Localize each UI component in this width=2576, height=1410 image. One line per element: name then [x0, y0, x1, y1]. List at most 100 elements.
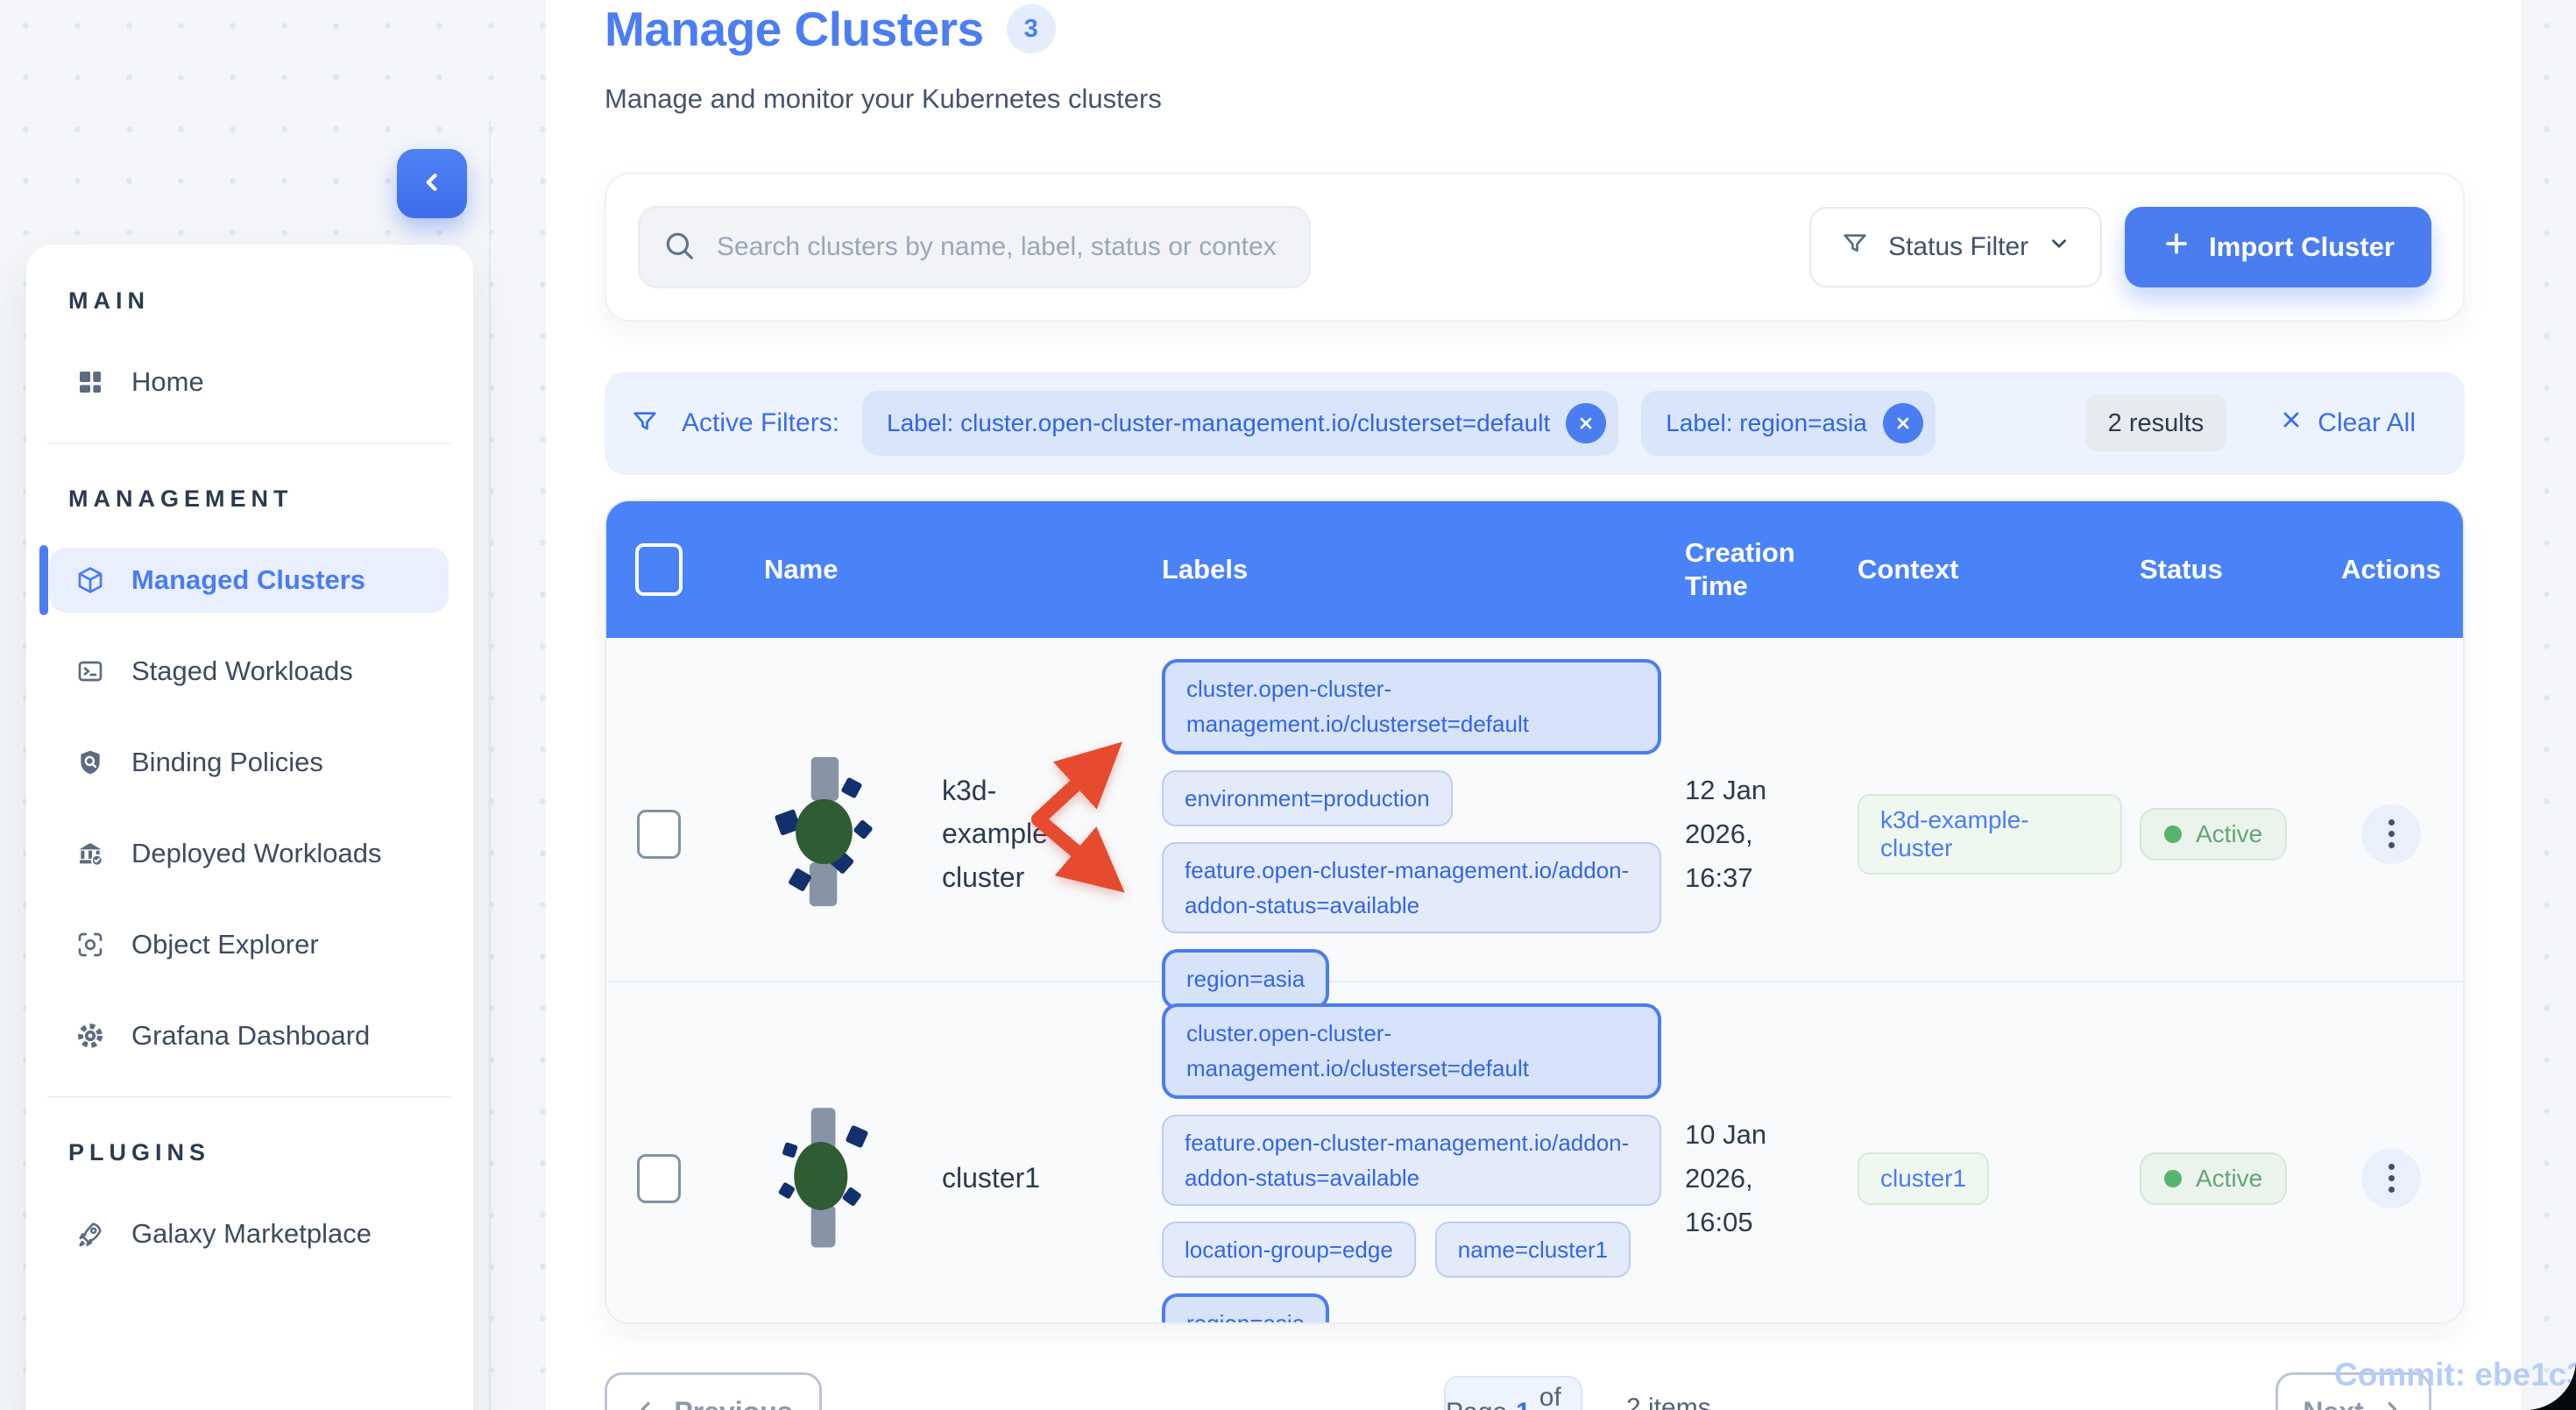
table-header-row: Name Labels Creation Time Context Status…: [606, 501, 2463, 638]
previous-page-button[interactable]: Previous: [605, 1372, 822, 1410]
search-input[interactable]: [715, 231, 1279, 263]
page-subtitle: Manage and monitor your Kubernetes clust…: [605, 82, 2465, 115]
funnel-icon: [631, 407, 659, 440]
x-icon: [2279, 407, 2304, 439]
commit-watermark: Commit: ebe1c30: [2334, 1357, 2576, 1393]
cluster-name: cluster1: [942, 1157, 1086, 1201]
status-dot-icon: [2164, 825, 2182, 843]
sidebar-main-divider: [489, 121, 491, 1410]
results-count-badge: 2 results: [2085, 395, 2227, 451]
row-checkbox[interactable]: [637, 810, 681, 859]
previous-label: Previous: [674, 1396, 792, 1410]
context-chip[interactable]: k3d-example-cluster: [1858, 794, 2122, 875]
sidebar-item-label: Home: [131, 366, 204, 398]
active-filters-label: Active Filters:: [682, 408, 839, 438]
filter-chip-label: Label: cluster.open-cluster-management.i…: [887, 409, 1550, 437]
status-filter-button[interactable]: Status Filter: [1809, 207, 2102, 287]
sidebar-item-label: Managed Clusters: [131, 564, 365, 596]
sidebar-item-staged-workloads[interactable]: Staged Workloads: [49, 639, 449, 704]
status-label: Active: [2196, 820, 2262, 848]
cluster-logo-icon: [764, 750, 884, 918]
sidebar-item-grafana-dashboard[interactable]: Grafana Dashboard: [49, 1003, 449, 1068]
sidebar-divider: [47, 1096, 452, 1098]
remove-filter-button[interactable]: [1883, 403, 1923, 443]
sidebar-section-management: MANAGEMENT: [68, 485, 473, 513]
clear-all-filters-button[interactable]: Clear All: [2279, 407, 2416, 439]
main-area: Manage Clusters 3 Manage and monitor you…: [546, 0, 2521, 1410]
clusters-table: Name Labels Creation Time Context Status…: [605, 500, 2465, 1324]
label-chip[interactable]: feature.open-cluster-management.io/addon…: [1162, 1115, 1661, 1207]
column-header-status: Status: [2122, 553, 2319, 586]
cluster-count-badge: 3: [1007, 4, 1056, 53]
select-all-checkbox[interactable]: [635, 543, 683, 596]
sidebar-section-plugins: PLUGINS: [68, 1138, 473, 1166]
import-cluster-button[interactable]: Import Cluster: [2125, 207, 2431, 287]
label-chip[interactable]: cluster.open-cluster-management.io/clust…: [1162, 659, 1661, 755]
column-header-name: Name: [711, 553, 1132, 586]
sidebar-item-binding-policies[interactable]: Binding Policies: [49, 730, 449, 795]
row-actions-button[interactable]: [2361, 804, 2421, 864]
sidebar-item-object-explorer[interactable]: Object Explorer: [49, 912, 449, 977]
label-chip[interactable]: environment=production: [1162, 770, 1453, 826]
chevron-down-icon: [2048, 232, 2070, 262]
table-row: k3d-example-cluster cluster.open-cluster…: [606, 638, 2463, 981]
import-cluster-label: Import Cluster: [2209, 231, 2395, 263]
status-badge: Active: [2140, 808, 2287, 861]
sidebar-item-managed-clusters[interactable]: Managed Clusters: [49, 548, 449, 613]
context-chip[interactable]: cluster1: [1858, 1152, 1989, 1205]
sidebar-item-label: Binding Policies: [131, 747, 323, 778]
page-title: Manage Clusters: [605, 2, 984, 56]
sidebar-section-main: MAIN: [68, 287, 473, 315]
label-chip[interactable]: name=cluster1: [1435, 1222, 1631, 1278]
label-chip[interactable]: feature.open-cluster-management.io/addon…: [1162, 842, 1661, 934]
sidebar-collapse-button[interactable]: [397, 149, 467, 218]
search-box[interactable]: [638, 206, 1311, 288]
shield-search-icon: [75, 748, 105, 777]
status-dot-icon: [2164, 1170, 2182, 1187]
sidebar-item-label: Galaxy Marketplace: [131, 1218, 372, 1250]
column-header-labels: Labels: [1132, 553, 1645, 586]
next-label: Next: [2303, 1396, 2363, 1410]
grafana-gear-icon: [75, 1021, 105, 1051]
current-page: 1: [1516, 1398, 1531, 1410]
sidebar-item-home[interactable]: Home: [49, 350, 449, 414]
active-filters-bar: Active Filters: Label: cluster.open-clus…: [605, 372, 2465, 475]
creation-time: 12 Jan 2026, 16:37: [1645, 638, 1833, 1031]
sidebar-item-deployed-workloads[interactable]: Deployed Workloads: [49, 821, 449, 886]
bank-check-icon: [75, 839, 105, 868]
pagination: Previous Page 1 of 1 2 items Next: [605, 1372, 2465, 1410]
cluster-name: k3d-example-cluster: [942, 769, 1086, 900]
home-grid-icon: [75, 367, 105, 397]
app-window: MAIN Home MANAGEMENT Managed Clusters St…: [0, 0, 2576, 1410]
scan-frame-icon: [75, 930, 105, 960]
search-icon: [662, 229, 696, 266]
column-header-creation-time: Creation Time: [1645, 536, 1833, 603]
label-chip[interactable]: location-group=edge: [1162, 1222, 1416, 1278]
cube-icon: [75, 565, 105, 595]
chevron-right-icon: [2380, 1396, 2404, 1410]
column-header-context: Context: [1833, 553, 2122, 586]
status-badge: Active: [2140, 1152, 2287, 1205]
rocket-icon: [75, 1219, 105, 1249]
row-actions-button[interactable]: [2361, 1149, 2421, 1208]
sidebar: MAIN Home MANAGEMENT Managed Clusters St…: [25, 244, 474, 1410]
status-filter-label: Status Filter: [1888, 232, 2028, 262]
items-count: 2 items: [1626, 1393, 1711, 1410]
sidebar-item-galaxy-marketplace[interactable]: Galaxy Marketplace: [49, 1201, 449, 1266]
creation-time: 10 Jan 2026, 16:05: [1645, 982, 1833, 1324]
page-indicator: Page 1 of 1: [1444, 1376, 1582, 1410]
sidebar-item-label: Grafana Dashboard: [131, 1020, 370, 1052]
chevron-left-icon: [417, 167, 447, 200]
remove-filter-button[interactable]: [1566, 403, 1606, 443]
table-row: cluster1 cluster.open-cluster-management…: [606, 981, 2463, 1322]
clear-all-label: Clear All: [2318, 408, 2416, 438]
filter-chip: Label: region=asia: [1641, 391, 1936, 456]
sidebar-item-label: Deployed Workloads: [131, 838, 381, 869]
label-chip[interactable]: region=asia: [1162, 1293, 1329, 1324]
toolbar: Status Filter Import Cluster: [605, 173, 2465, 322]
filter-chip-label: Label: region=asia: [1666, 409, 1867, 437]
status-label: Active: [2196, 1165, 2262, 1193]
row-checkbox[interactable]: [637, 1154, 681, 1203]
terminal-icon: [75, 656, 105, 686]
label-chip[interactable]: cluster.open-cluster-management.io/clust…: [1162, 1003, 1661, 1099]
